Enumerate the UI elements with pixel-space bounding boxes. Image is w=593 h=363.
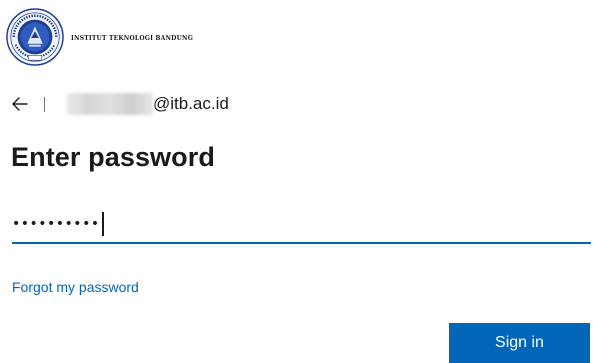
page-title: Enter password [11,142,215,172]
password-input[interactable] [12,206,591,242]
sign-in-page: INSTITUT TEKNOLOGI BANDUNG @itb.ac.id En… [0,0,593,363]
password-underline [12,242,591,244]
identity-separator [44,96,45,112]
identity-banner: @itb.ac.id [12,92,229,116]
organization-brand: INSTITUT TEKNOLOGI BANDUNG [6,7,193,67]
organization-name: INSTITUT TEKNOLOGI BANDUNG [71,34,194,42]
itb-seal-icon [6,8,64,66]
sign-in-button[interactable]: Sign in [449,323,590,363]
password-field[interactable] [12,206,591,244]
back-arrow-icon[interactable] [12,97,28,111]
forgot-password-link[interactable]: Forgot my password [12,279,139,295]
redacted-username [67,93,153,115]
text-caret [102,212,104,236]
identity-email-domain: @itb.ac.id [153,94,229,113]
